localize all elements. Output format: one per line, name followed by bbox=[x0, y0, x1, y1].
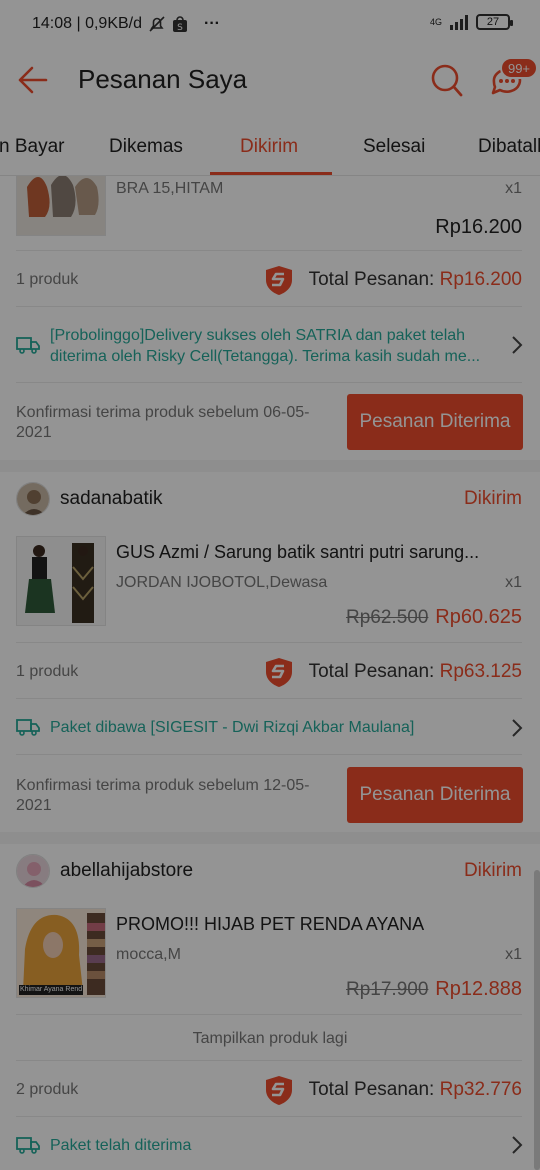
product-count: 2 produk bbox=[16, 1081, 79, 1098]
sarung-image bbox=[17, 537, 105, 625]
tab-dikirim[interactable]: Dikirim bbox=[240, 136, 298, 158]
product-thumbnail[interactable]: Khimar Ayana Renda bbox=[16, 908, 106, 998]
page-title: Pesanan Saya bbox=[78, 64, 248, 94]
truck-icon bbox=[16, 337, 40, 354]
active-tab-indicator bbox=[210, 172, 332, 175]
shipping-status[interactable]: Paket dibawa [SIGESIT - Dwi Rizqi Akbar … bbox=[50, 717, 500, 738]
confirm-deadline: Konfirmasi terima produk sebelum 06-05-2… bbox=[16, 404, 310, 441]
confirm-deadline: Konfirmasi terima produk sebelum 12-05-2… bbox=[16, 777, 310, 814]
chat-badge: 99+ bbox=[500, 57, 538, 79]
product-thumbnail[interactable] bbox=[16, 176, 106, 236]
shop-name[interactable]: abellahijabstore bbox=[60, 860, 193, 882]
truck-icon bbox=[16, 1137, 40, 1154]
status-time: 14:08 | 0,9KB/d bbox=[32, 15, 143, 32]
order-received-button[interactable]: Pesanan Diterima bbox=[347, 767, 523, 823]
order-list[interactable]: BRA 15,HITAM x1 Rp16.200 1 produk Total … bbox=[0, 176, 540, 1170]
product-qty: x1 bbox=[505, 574, 522, 591]
divider bbox=[16, 250, 522, 251]
order-card[interactable]: sadanabatik Dikirim GUS Azmi / Sarung ba… bbox=[0, 472, 540, 832]
shopee-bag-icon: S bbox=[173, 16, 188, 33]
battery-icon: 27 bbox=[476, 14, 513, 30]
total-label: Total Pesanan: bbox=[308, 1079, 435, 1100]
svg-text:S: S bbox=[177, 23, 183, 33]
scrollbar[interactable] bbox=[534, 870, 540, 1170]
total-value: Rp32.776 bbox=[439, 1079, 522, 1100]
status-right: 4G 27 bbox=[429, 14, 513, 30]
shop-avatar[interactable] bbox=[16, 854, 50, 888]
status-tabs: n Bayar Dikemas Dikirim Selesai Dibatalk bbox=[0, 122, 540, 176]
divider bbox=[16, 1116, 522, 1117]
search-icon[interactable] bbox=[430, 62, 464, 98]
order-card[interactable]: abellahijabstore Dikirim Khimar Ayana Re… bbox=[0, 844, 540, 1170]
tab-dikemas[interactable]: Dikemas bbox=[109, 136, 183, 158]
shop-avatar[interactable] bbox=[16, 482, 50, 516]
status-more: ··· bbox=[204, 15, 220, 32]
bra-image bbox=[17, 176, 105, 235]
product-qty: x1 bbox=[505, 946, 522, 963]
status-bar: 14:08 | 0,9KB/d S ··· 4G 27 bbox=[0, 0, 540, 48]
tab-belum-bayar[interactable]: n Bayar bbox=[0, 136, 64, 158]
network-type: 4G bbox=[429, 17, 442, 27]
total-value: Rp16.200 bbox=[439, 269, 522, 290]
product-count: 1 produk bbox=[16, 271, 79, 288]
original-price: Rp62.500 bbox=[346, 607, 429, 628]
product-variant: mocca,M bbox=[116, 946, 181, 963]
app-bar: Pesanan Saya bbox=[0, 48, 540, 112]
product-price: Rp60.625 bbox=[435, 606, 522, 628]
total-label: Total Pesanan: bbox=[308, 661, 435, 682]
order-total: Total Pesanan: Rp32.776 bbox=[309, 1079, 522, 1101]
signal-icon bbox=[450, 14, 468, 30]
product-thumbnail[interactable] bbox=[16, 536, 106, 626]
show-more-products[interactable]: Tampilkan produk lagi bbox=[0, 1030, 540, 1048]
product-variant: JORDAN IJOBOTOL,Dewasa bbox=[116, 574, 328, 591]
original-price: Rp17.900 bbox=[346, 979, 429, 1000]
shipping-status[interactable]: Paket telah diterima bbox=[50, 1135, 500, 1156]
chevron-right-icon[interactable] bbox=[510, 1135, 524, 1155]
product-name[interactable]: GUS Azmi / Sarung batik santri putri sar… bbox=[116, 542, 479, 563]
divider bbox=[16, 754, 522, 755]
chevron-right-icon[interactable] bbox=[510, 718, 524, 738]
divider bbox=[16, 642, 522, 643]
product-name[interactable]: PROMO!!! HIJAB PET RENDA AYANA bbox=[116, 914, 424, 935]
truck-icon bbox=[16, 719, 40, 736]
product-count: 1 produk bbox=[16, 663, 79, 680]
shopee-guarantee-icon bbox=[266, 1076, 292, 1105]
product-variant: BRA 15,HITAM bbox=[116, 180, 224, 197]
tab-selesai[interactable]: Selesai bbox=[363, 136, 425, 158]
shopee-guarantee-icon bbox=[266, 266, 292, 295]
screen: 14:08 | 0,9KB/d S ··· 4G 27 Pesanan Saya… bbox=[0, 0, 540, 1170]
order-received-button[interactable]: Pesanan Diterima bbox=[347, 394, 523, 450]
total-label: Total Pesanan: bbox=[308, 269, 435, 290]
divider bbox=[16, 698, 522, 699]
chevron-right-icon[interactable] bbox=[510, 335, 524, 355]
order-total: Total Pesanan: Rp16.200 bbox=[309, 269, 522, 291]
order-status: Dikirim bbox=[463, 488, 522, 509]
shop-name[interactable]: sadanabatik bbox=[60, 488, 162, 510]
divider bbox=[16, 1014, 522, 1015]
product-price: Rp12.888 bbox=[435, 978, 522, 1000]
product-price: Rp16.200 bbox=[435, 216, 522, 238]
thumbnail-caption: Khimar Ayana Renda bbox=[20, 986, 82, 993]
order-card[interactable]: BRA 15,HITAM x1 Rp16.200 1 produk Total … bbox=[0, 176, 540, 460]
order-total: Total Pesanan: Rp63.125 bbox=[309, 661, 522, 683]
divider bbox=[16, 306, 522, 307]
mute-bell-icon bbox=[149, 16, 165, 32]
shipping-status[interactable]: [Probolinggo]Delivery sukses oleh SATRIA… bbox=[50, 325, 500, 367]
status-left: 14:08 | 0,9KB/d S ··· bbox=[32, 15, 220, 33]
order-status: Dikirim bbox=[463, 860, 522, 881]
divider bbox=[16, 1060, 522, 1061]
back-arrow-icon[interactable] bbox=[16, 64, 50, 96]
divider bbox=[16, 382, 522, 383]
tab-dibatalkan[interactable]: Dibatalk bbox=[478, 136, 540, 158]
product-qty: x1 bbox=[505, 180, 522, 197]
shopee-guarantee-icon bbox=[266, 658, 292, 687]
total-value: Rp63.125 bbox=[439, 661, 522, 682]
battery-level: 27 bbox=[486, 16, 500, 28]
